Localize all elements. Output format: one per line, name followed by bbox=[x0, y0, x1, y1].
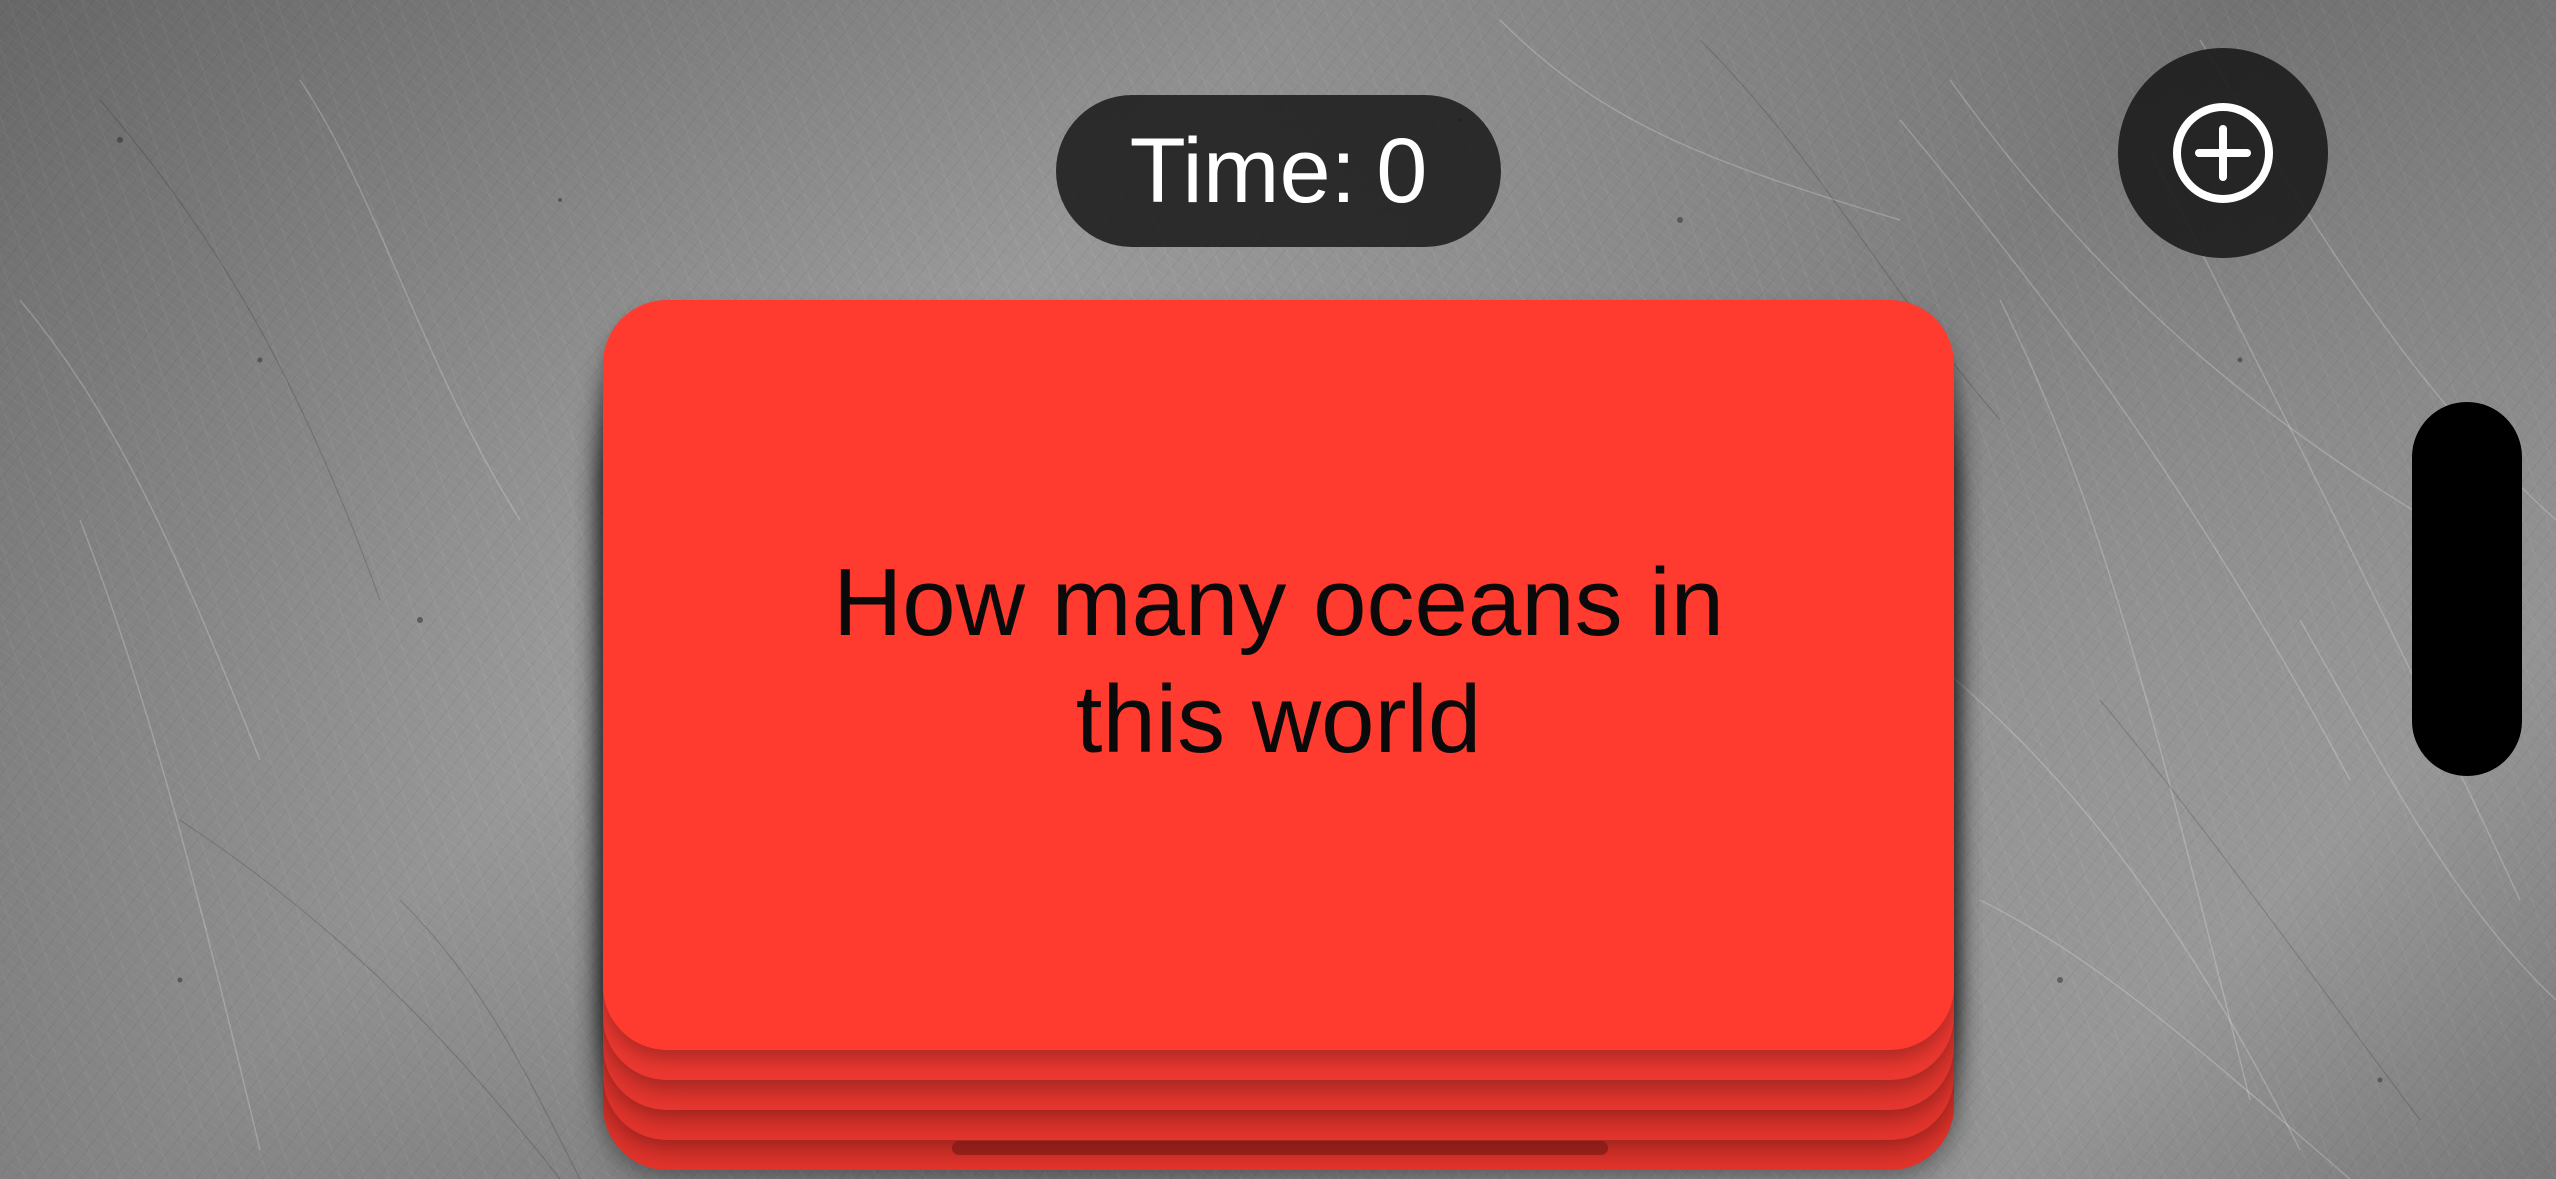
timer-pill: Time: 0 bbox=[1056, 95, 1501, 247]
timer-value: 0 bbox=[1376, 120, 1428, 222]
timer-label: Time: bbox=[1129, 120, 1357, 222]
add-card-button[interactable] bbox=[2118, 48, 2328, 258]
dynamic-island bbox=[2412, 402, 2522, 776]
home-indicator[interactable] bbox=[952, 1141, 1608, 1155]
question-card[interactable]: How many oceans in this world bbox=[603, 300, 1954, 1050]
card-question-text: How many oceans in this world bbox=[832, 548, 1725, 773]
card-stack[interactable]: How many oceans in this world bbox=[603, 300, 1954, 1170]
plus-circle-icon bbox=[2173, 103, 2273, 203]
